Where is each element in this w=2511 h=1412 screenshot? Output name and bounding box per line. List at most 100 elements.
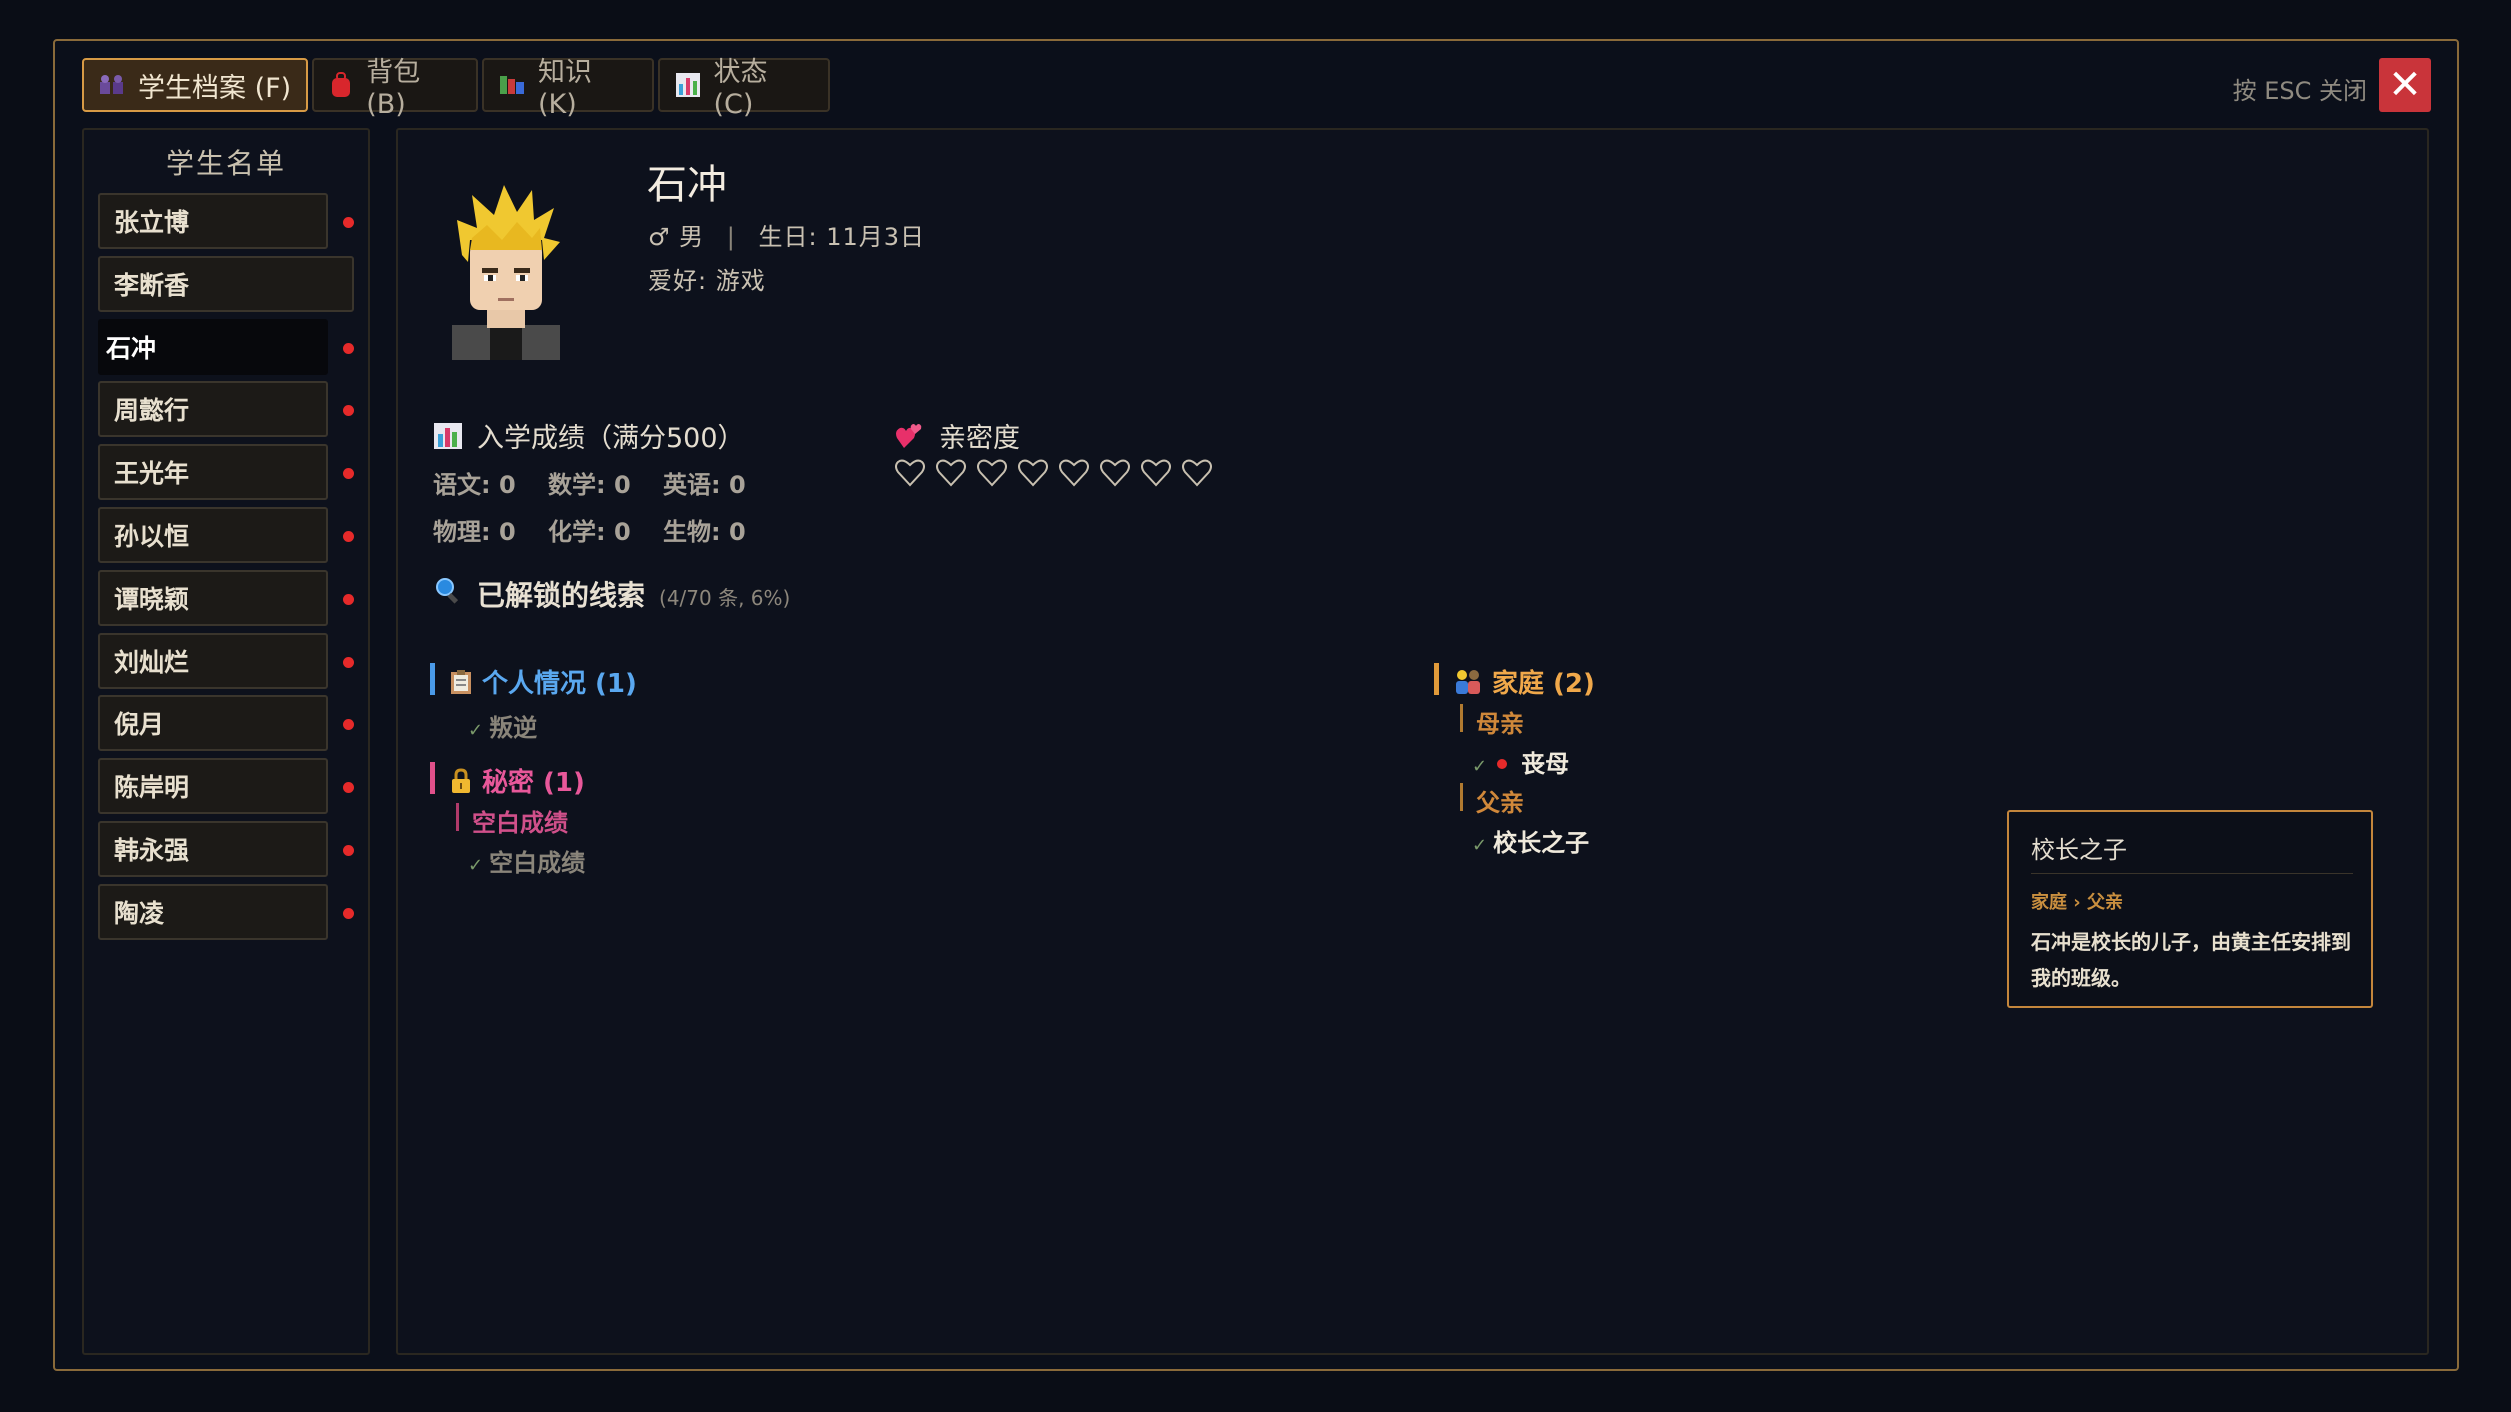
gender-text: 男 bbox=[679, 223, 705, 251]
profile-window: 学生档案 (F) 背包 (B) 知识 (K) 状态 (C) 按 ESC 关闭 ✕… bbox=[53, 39, 2459, 1371]
student-list-panel: 学生名单 张立博 李断香 石冲 周懿行 王光年 孙以恒 谭晓颖 刘灿烂 倪月 陈岸明 韩永强 陶凌 bbox=[82, 128, 370, 1355]
clues-title: 已解锁的线索 bbox=[477, 579, 646, 612]
student-name-label: 张立博 bbox=[98, 193, 328, 249]
tooltip-divider bbox=[2031, 873, 2353, 874]
student-name-label: 倪月 bbox=[98, 695, 328, 752]
students-icon bbox=[98, 72, 126, 98]
tab-label: 状态 (C) bbox=[713, 57, 768, 120]
student-name-label: 刘灿烂 bbox=[98, 632, 328, 689]
student-detail-panel: 石冲 ♂ 男 | 生日: 11月3日 爱好: 游戏 入学成绩（满分500） 语文… bbox=[396, 128, 2429, 1355]
lock-icon bbox=[452, 767, 470, 793]
clue-item[interactable]: ✓ 校长之子 bbox=[1472, 823, 1589, 858]
tab-student-files[interactable]: 学生档案 (F) bbox=[82, 58, 308, 112]
student-name: 石冲 bbox=[647, 162, 727, 208]
student-name-label: 王光年 bbox=[98, 444, 328, 501]
student-name-label: 周懿行 bbox=[98, 381, 328, 438]
notification-dot bbox=[343, 719, 354, 731]
tooltip-path: 家庭 › 父亲 bbox=[2031, 892, 2123, 913]
tab-label: 学生档案 (F) bbox=[138, 72, 292, 104]
secret-subgroup: 空白成绩 bbox=[472, 809, 568, 837]
secret-sub-bar bbox=[456, 803, 459, 831]
clue-tooltip: 校长之子 家庭 › 父亲 石冲是校长的儿子，由黄主任安排到我的班级。 bbox=[2007, 810, 2373, 1008]
score-english: 英语: 0 bbox=[663, 471, 746, 499]
close-button[interactable]: ✕ bbox=[2379, 58, 2431, 112]
heart-empty-icon bbox=[977, 459, 1007, 487]
category-personal-title: 个人情况 (1) bbox=[482, 669, 637, 699]
notification-dot bbox=[343, 845, 354, 856]
heart-empty-icon bbox=[1059, 459, 1089, 487]
student-name-label: 石冲 bbox=[98, 318, 328, 375]
clue-item[interactable]: ✓ 丧母 bbox=[1472, 744, 1569, 779]
tab-backpack[interactable]: 背包 (B) bbox=[312, 57, 478, 120]
category-family[interactable]: 家庭 (2) bbox=[1442, 663, 1595, 700]
family-icon bbox=[1456, 669, 1480, 694]
father-bar bbox=[1460, 783, 1463, 811]
tab-label: 背包 (B) bbox=[366, 57, 421, 120]
notification-dot bbox=[343, 907, 354, 919]
clues-section-title: 已解锁的线索 (4/70 条, 6%) bbox=[433, 574, 790, 614]
tooltip-body: 石冲是校长的儿子，由黄主任安排到我的班级。 bbox=[2031, 930, 2351, 990]
chart-icon bbox=[434, 422, 462, 449]
clue-item[interactable]: ✓ 叛逆 bbox=[468, 708, 537, 743]
notification-dot bbox=[343, 782, 354, 794]
esc-hint: 按 ESC 关闭 bbox=[2232, 77, 2367, 105]
clue-item-label: 丧母 bbox=[1521, 750, 1570, 778]
student-portrait bbox=[452, 185, 560, 360]
hobby-text: 爱好: 游戏 bbox=[648, 267, 766, 295]
new-dot bbox=[1497, 758, 1508, 769]
magnifier-icon bbox=[436, 578, 459, 604]
notification-dot bbox=[343, 342, 354, 354]
tab-status[interactable]: 状态 (C) bbox=[658, 57, 830, 120]
category-secret-title: 秘密 (1) bbox=[482, 768, 585, 798]
chart-icon bbox=[674, 72, 701, 98]
affinity-hearts bbox=[894, 457, 1213, 489]
family-bar bbox=[1434, 663, 1439, 695]
notification-dot bbox=[343, 405, 354, 417]
score-physics: 物理: 0 bbox=[433, 518, 516, 546]
family-subgroup-father: 父亲 bbox=[1476, 789, 1524, 817]
scores-section-title: 入学成绩（满分500） bbox=[433, 416, 745, 455]
personal-bar bbox=[430, 663, 435, 695]
check-icon: ✓ bbox=[1472, 756, 1488, 777]
score-chinese: 语文: 0 bbox=[433, 471, 516, 499]
clue-item-label: 校长之子 bbox=[1493, 829, 1590, 857]
category-personal[interactable]: 个人情况 (1) bbox=[438, 663, 637, 700]
scores-title: 入学成绩（满分500） bbox=[477, 423, 745, 454]
heart-empty-icon bbox=[936, 459, 966, 487]
clue-item[interactable]: ✓ 空白成绩 bbox=[468, 843, 585, 878]
notification-dot bbox=[343, 468, 354, 480]
notification-dot bbox=[343, 593, 354, 605]
student-name-label: 李断香 bbox=[98, 255, 354, 312]
books-icon bbox=[498, 72, 526, 98]
student-meta: ♂ 男 | 生日: 11月3日 bbox=[648, 217, 925, 252]
score-biology: 生物: 0 bbox=[663, 518, 746, 546]
affinity-title: 亲密度 bbox=[939, 423, 1020, 454]
heart-empty-icon bbox=[1182, 459, 1212, 487]
mother-bar bbox=[1460, 704, 1463, 732]
student-name-label: 陈岸明 bbox=[98, 758, 328, 815]
check-icon: ✓ bbox=[468, 720, 484, 741]
category-family-title: 家庭 (2) bbox=[1492, 669, 1595, 699]
tab-knowledge[interactable]: 知识 (K) bbox=[482, 57, 654, 120]
tooltip-title: 校长之子 bbox=[2031, 836, 2127, 864]
clue-item-label: 叛逆 bbox=[489, 714, 538, 742]
meta-separator: | bbox=[726, 223, 736, 251]
score-chemistry: 化学: 0 bbox=[548, 518, 631, 546]
notification-dot bbox=[343, 531, 354, 542]
score-math: 数学: 0 bbox=[548, 471, 631, 499]
category-secret[interactable]: 秘密 (1) bbox=[438, 762, 585, 799]
clues-count: (4/70 条, 6%) bbox=[659, 586, 791, 610]
notification-dot bbox=[343, 217, 354, 228]
birthday-text: 生日: 11月3日 bbox=[758, 223, 926, 251]
affinity-section-title: 亲密度 bbox=[895, 416, 1020, 455]
student-name-label: 陶凌 bbox=[98, 883, 328, 940]
heart-empty-icon bbox=[1100, 459, 1130, 487]
check-icon: ✓ bbox=[468, 855, 484, 876]
backpack-icon bbox=[328, 72, 354, 98]
clue-item-label: 空白成绩 bbox=[489, 849, 586, 877]
heart-pink-icon bbox=[896, 423, 922, 448]
tab-label: 知识 (K) bbox=[538, 57, 592, 120]
notification-dot bbox=[343, 656, 354, 668]
heart-empty-icon bbox=[1141, 459, 1171, 487]
family-subgroup-mother: 母亲 bbox=[1476, 710, 1524, 738]
